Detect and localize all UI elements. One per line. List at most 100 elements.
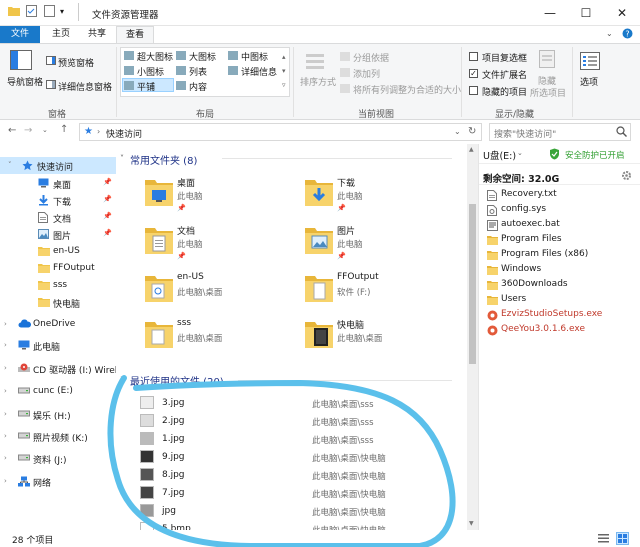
file-extensions-checkbox[interactable]: ✓	[469, 69, 478, 78]
sidebar-item[interactable]: 文档 📌	[0, 209, 116, 226]
preview-pane-icon[interactable]	[46, 56, 56, 65]
hide-selected-icon[interactable]	[539, 50, 555, 68]
back-icon[interactable]: ←	[8, 125, 16, 136]
forward-icon[interactable]: →	[24, 125, 32, 136]
scrollbar-thumb[interactable]	[469, 204, 476, 364]
collapse-recent-icon[interactable]: ˅	[120, 376, 124, 385]
sidebar-item[interactable]: FFOutput	[0, 260, 116, 277]
sidebar-item[interactable]: › 照片视频 (K:)	[0, 428, 116, 445]
expand-chevron-icon[interactable]: ˅	[8, 161, 12, 169]
address-bar[interactable]: ★ › 快速访问 ⌄ ↻	[79, 123, 482, 141]
recent-file-row[interactable]: 2.jpg 此电脑\桌面\sss	[136, 412, 456, 430]
scroll-down-icon[interactable]: ▼	[469, 520, 474, 527]
new-folder-icon[interactable]	[44, 5, 55, 17]
options-icon[interactable]	[580, 52, 600, 70]
recent-file-row[interactable]: jpg 此电脑\桌面\快电脑	[136, 502, 456, 520]
tab-share[interactable]: 共享	[80, 26, 114, 43]
recent-locations-icon[interactable]: ⌄	[42, 126, 48, 134]
sidebar-item[interactable]: › OneDrive	[0, 316, 116, 333]
sidebar-item[interactable]: sss	[0, 277, 116, 294]
sidebar-item[interactable]: › 娱乐 (H:)	[0, 406, 116, 423]
expand-ribbon-icon[interactable]: ⌄	[606, 29, 613, 38]
expand-chevron-icon[interactable]: ›	[4, 341, 7, 349]
details-pane-icon[interactable]	[46, 80, 56, 89]
minimize-button[interactable]: —	[532, 0, 568, 26]
item-checkboxes-checkbox[interactable]	[469, 52, 478, 61]
sidebar-item[interactable]: › CD 驱动器 (I:) Wirel	[0, 360, 116, 377]
group-by-button[interactable]: 分组依据	[353, 51, 389, 64]
sidebar-item[interactable]: 快电脑	[0, 294, 116, 311]
address-dropdown-icon[interactable]: ⌄	[454, 127, 461, 136]
drive-dropdown-icon[interactable]: ⌄	[517, 149, 523, 157]
layout-content[interactable]: 内容	[189, 80, 207, 93]
collapse-frequent-icon[interactable]: ˅	[120, 154, 124, 163]
maximize-button[interactable]: ☐	[568, 0, 604, 26]
frequent-folder-tile[interactable]: 图片 此电脑 📌	[304, 222, 456, 268]
add-column-button[interactable]: 添加列	[353, 67, 380, 80]
layout-details[interactable]: 详细信息	[241, 65, 277, 78]
frequent-folder-tile[interactable]: FFOutput 软件 (F:)	[304, 270, 456, 316]
layout-medium-icons[interactable]: 中图标	[241, 50, 268, 63]
nav-pane-icon[interactable]	[10, 50, 32, 70]
sidebar-item[interactable]: › 网络	[0, 473, 116, 490]
expand-chevron-icon[interactable]: ›	[4, 477, 7, 485]
expand-chevron-icon[interactable]: ›	[4, 387, 7, 395]
help-icon[interactable]: ?	[622, 28, 633, 39]
recent-file-row[interactable]: 7.jpg 此电脑\桌面\快电脑	[136, 484, 456, 502]
layout-list[interactable]: 列表	[189, 65, 207, 78]
recent-file-row[interactable]: 5.bmp此电脑\桌面\快电脑	[136, 520, 456, 530]
search-input[interactable]: 搜索"快速访问"	[494, 127, 556, 140]
sidebar-item[interactable]: 下载 📌	[0, 192, 116, 209]
star-icon	[22, 160, 33, 171]
expand-chevron-icon[interactable]: ›	[4, 410, 7, 418]
preview-pane-button[interactable]: 预览窗格	[58, 56, 94, 69]
tab-view[interactable]: 查看	[116, 26, 154, 43]
layout-tiles[interactable]: 平铺	[137, 80, 155, 93]
fit-columns-button[interactable]: 将所有列调整为合适的大小	[353, 83, 461, 96]
sort-by-button[interactable]: 排序方式	[300, 75, 336, 88]
sort-icon[interactable]	[304, 52, 326, 72]
expand-chevron-icon[interactable]: ›	[4, 320, 7, 328]
frequent-folder-tile[interactable]: 桌面 此电脑 📌	[144, 174, 304, 220]
properties-icon[interactable]	[26, 5, 37, 17]
sidebar-item[interactable]: ˅ 快速访问	[0, 157, 116, 174]
search-box[interactable]: 搜索"快速访问"	[489, 123, 631, 141]
layout-scroll-icon[interactable]: ▴ ▾ ▿	[282, 50, 286, 92]
recent-file-row[interactable]: 8.jpg 此电脑\桌面\快电脑	[136, 466, 456, 484]
layout-small-icons[interactable]: 小图标	[137, 65, 164, 78]
nav-pane-button[interactable]: 导航窗格	[7, 75, 43, 88]
recent-file-row[interactable]: 1.jpg 此电脑\桌面\sss	[136, 430, 456, 448]
expand-chevron-icon[interactable]: ›	[4, 432, 7, 440]
refresh-icon[interactable]: ↻	[468, 126, 476, 137]
gear-icon[interactable]	[621, 170, 632, 181]
up-icon[interactable]: ↑	[60, 124, 68, 135]
options-button[interactable]: 选项	[580, 75, 598, 88]
vertical-scrollbar[interactable]: ▲ ▼	[467, 144, 478, 530]
sidebar-item[interactable]: › cunc (E:)	[0, 383, 116, 400]
tab-file[interactable]: 文件	[0, 26, 40, 43]
layout-extra-large-icons[interactable]: 超大图标	[137, 50, 173, 63]
tiles-view-icon[interactable]	[616, 532, 629, 545]
frequent-folder-tile[interactable]: en-US 此电脑\桌面	[144, 270, 304, 316]
frequent-folder-tile[interactable]: 快电脑 此电脑\桌面	[304, 316, 456, 362]
hidden-items-checkbox[interactable]	[469, 86, 478, 95]
recent-file-row[interactable]: 9.jpg 此电脑\桌面\快电脑	[136, 448, 456, 466]
sidebar-item[interactable]: 图片 📌	[0, 226, 116, 243]
sidebar-item[interactable]: 桌面 📌	[0, 175, 116, 192]
frequent-folder-tile[interactable]: sss 此电脑\桌面	[144, 316, 304, 362]
scroll-up-icon[interactable]: ▲	[469, 146, 474, 153]
sidebar-item[interactable]: › 资料 (J:)	[0, 450, 116, 467]
close-button[interactable]: ✕	[604, 0, 640, 26]
layout-large-icons[interactable]: 大图标	[189, 50, 216, 63]
frequent-folder-tile[interactable]: 文档 此电脑 📌	[144, 222, 304, 268]
tab-home[interactable]: 主页	[44, 26, 78, 43]
sidebar-item[interactable]: › 此电脑	[0, 337, 116, 354]
frequent-folder-tile[interactable]: 下载 此电脑 📌	[304, 174, 456, 220]
recent-file-row[interactable]: 3.jpg 此电脑\桌面\sss	[136, 394, 456, 412]
quick-access-toolbar-dropdown-icon[interactable]: ▾	[60, 7, 64, 16]
expand-chevron-icon[interactable]: ›	[4, 364, 7, 372]
expand-chevron-icon[interactable]: ›	[4, 454, 7, 462]
sidebar-item[interactable]: en-US	[0, 243, 116, 260]
details-pane-button[interactable]: 详细信息窗格	[58, 80, 112, 93]
details-view-icon[interactable]	[598, 533, 609, 543]
